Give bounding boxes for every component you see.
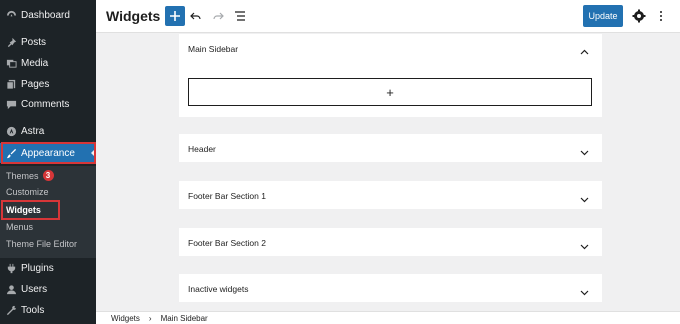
sidebar-item-label: Posts <box>21 36 47 48</box>
tools-icon <box>5 304 17 316</box>
dashboard-icon <box>5 9 17 21</box>
sidebar-item-dashboard[interactable]: Dashboard <box>0 5 96 25</box>
sidebar-item-label: Pages <box>21 78 50 90</box>
admin-sidebar: Dashboard Posts Media Pages Comments Ast… <box>0 0 97 324</box>
page-title: Widgets <box>106 8 161 24</box>
editor-header: Widgets Update <box>96 0 680 33</box>
plugin-icon <box>5 262 17 274</box>
panel-title: Inactive widgets <box>188 284 249 294</box>
sidebar-item-astra[interactable]: Astra <box>0 121 96 141</box>
sidebar-item-pages[interactable]: Pages <box>0 74 96 94</box>
breadcrumb-separator: › <box>148 313 152 323</box>
submenu-item-themes[interactable]: Themes 3 <box>6 170 54 181</box>
sidebar-item-label: Dashboard <box>21 9 70 21</box>
list-view-icon <box>235 11 245 21</box>
sidebar-item-label: Plugins <box>21 262 54 274</box>
submenu-item-theme-file-editor[interactable]: Theme File Editor <box>6 239 77 249</box>
sidebar-item-posts[interactable]: Posts <box>0 32 96 52</box>
add-block-button[interactable] <box>165 6 185 26</box>
breadcrumb: Widgets › Main Sidebar <box>96 311 680 324</box>
astra-icon <box>5 125 17 137</box>
widget-area-footer-bar-section-1[interactable]: Footer Bar Section 1 <box>179 181 602 209</box>
settings-button[interactable] <box>632 9 646 23</box>
kebab-dot <box>659 14 663 18</box>
users-icon <box>5 283 17 295</box>
submenu-item-label: Themes <box>6 170 39 181</box>
submenu-item-label: Customize <box>6 187 49 197</box>
chevron-down-icon[interactable] <box>580 191 589 203</box>
panel-title: Footer Bar Section 1 <box>188 191 266 201</box>
panel-title: Footer Bar Section 2 <box>188 238 266 248</box>
chevron-down-icon[interactable] <box>580 144 589 156</box>
pin-icon <box>5 36 17 48</box>
chevron-down-icon[interactable] <box>580 238 589 250</box>
undo-icon <box>190 12 201 20</box>
sidebar-item-label: Media <box>21 57 49 69</box>
sidebar-item-label: Comments <box>21 98 70 110</box>
chevron-up-icon[interactable] <box>580 44 589 55</box>
submenu-item-customize[interactable]: Customize <box>6 187 49 197</box>
update-count-badge: 3 <box>42 170 54 181</box>
sidebar-item-label: Tools <box>21 304 45 316</box>
pages-icon <box>5 78 17 90</box>
sidebar-item-plugins[interactable]: Plugins <box>0 258 96 278</box>
sidebar-item-comments[interactable]: Comments <box>0 94 96 114</box>
redo-icon <box>213 12 224 20</box>
panel-title: Header <box>188 144 216 154</box>
appearance-highlight-box <box>1 142 96 164</box>
breadcrumb-item-main-sidebar[interactable]: Main Sidebar <box>161 314 208 323</box>
sidebar-item-tools[interactable]: Tools <box>0 300 96 320</box>
panel-title: Main Sidebar <box>188 44 239 54</box>
more-options-button[interactable] <box>656 9 666 23</box>
block-appender-button[interactable]: + <box>188 78 592 106</box>
submenu-item-label: Theme File Editor <box>6 239 78 249</box>
undo-button[interactable] <box>189 9 203 23</box>
list-view-button[interactable] <box>233 9 247 23</box>
widget-area-header[interactable]: Header <box>179 134 602 162</box>
chevron-down-icon[interactable] <box>580 284 589 296</box>
widget-area-footer-bar-section-2[interactable]: Footer Bar Section 2 <box>179 228 602 256</box>
media-icon <box>5 57 17 69</box>
widget-area-inactive-widgets[interactable]: Inactive widgets <box>179 274 602 302</box>
sidebar-item-label: Users <box>21 283 48 295</box>
comments-icon <box>5 98 17 110</box>
update-button[interactable]: Update <box>583 5 623 27</box>
breadcrumb-item-widgets[interactable]: Widgets <box>111 314 140 323</box>
widgets-highlight-box <box>1 200 60 220</box>
submenu-item-label: Menus <box>6 222 34 232</box>
sidebar-item-label: Astra <box>21 125 45 137</box>
sidebar-item-users[interactable]: Users <box>0 279 96 299</box>
submenu-item-menus[interactable]: Menus <box>6 222 33 232</box>
sidebar-item-media[interactable]: Media <box>0 53 96 73</box>
kebab-dot <box>659 18 663 21</box>
gear-icon <box>632 9 646 23</box>
widget-area-main-sidebar: Main Sidebar + <box>179 34 602 117</box>
plus-icon <box>170 11 180 21</box>
redo-button[interactable] <box>211 9 225 23</box>
kebab-dot <box>659 11 663 14</box>
